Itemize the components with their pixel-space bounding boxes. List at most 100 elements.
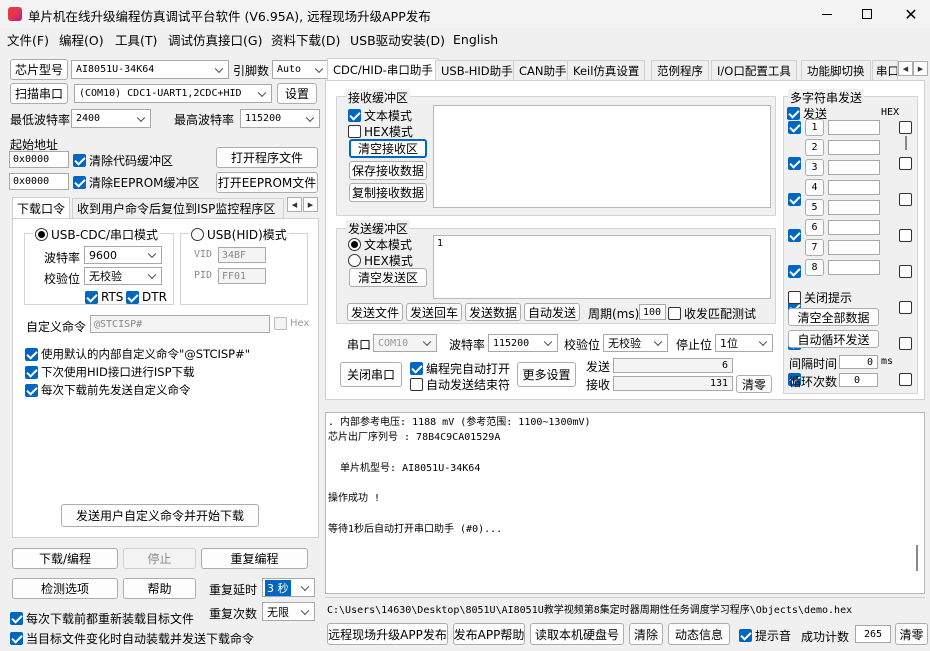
row-send-button[interactable]: 6: [805, 219, 824, 236]
serial-port-select[interactable]: COM10: [373, 334, 437, 352]
row-string-input[interactable]: [828, 220, 880, 235]
min-baud-select[interactable]: 2400: [71, 109, 151, 128]
reload-target-checkbox[interactable]: 每次下载前都重新装载目标文件: [10, 610, 194, 627]
auto-end-char-checkbox[interactable]: 自动发送结束符: [410, 376, 510, 393]
start-address-input-1[interactable]: 0x0000: [9, 151, 69, 168]
hid-mode-radio[interactable]: USB(HID)模式: [189, 226, 289, 243]
row-send-button[interactable]: 4: [805, 179, 824, 196]
row-send-checkbox[interactable]: [788, 193, 801, 206]
baud-select[interactable]: 9600: [84, 246, 162, 264]
auto-send-button[interactable]: 自动发送: [524, 303, 580, 321]
send-command-before-download-checkbox[interactable]: 每次下载前先发送自定义命令: [25, 382, 191, 398]
send-file-button[interactable]: 发送文件: [347, 303, 403, 321]
tab-keil-sim[interactable]: Keil仿真设置: [567, 60, 646, 80]
download-program-button[interactable]: 下载/编程: [12, 548, 118, 569]
tab-prev-icon[interactable]: ◀: [898, 61, 913, 76]
tab-io-config[interactable]: I/O口配置工具: [711, 60, 797, 80]
more-settings-button[interactable]: 更多设置: [517, 362, 576, 387]
loop-count-input[interactable]: 0: [839, 373, 878, 387]
menu-downloads[interactable]: 资料下载(D): [271, 30, 340, 48]
clear-send-button[interactable]: 清空发送区: [349, 268, 427, 287]
settings-button[interactable]: 设置: [277, 83, 317, 104]
open-program-file-button[interactable]: 打开程序文件: [216, 147, 318, 168]
interval-input[interactable]: 0: [839, 355, 878, 369]
copy-receive-button[interactable]: 复制接收数据: [349, 183, 427, 202]
row-hex-checkbox[interactable]: [899, 373, 912, 386]
left-tab-prev-icon[interactable]: ◀: [287, 197, 302, 212]
parity-select[interactable]: 无校验: [84, 267, 162, 285]
left-tab-next-icon[interactable]: ▶: [303, 197, 318, 212]
scan-port-button[interactable]: 扫描串口: [10, 83, 68, 104]
repeat-count-select[interactable]: 无限: [262, 602, 315, 621]
row-send-checkbox[interactable]: [788, 157, 801, 170]
beep-checkbox[interactable]: 提示音: [739, 627, 791, 644]
stop-bits-select[interactable]: 1位: [715, 334, 773, 352]
chip-model-button[interactable]: 芯片型号: [10, 59, 68, 80]
row-send-checkbox[interactable]: [788, 265, 801, 278]
output-log[interactable]: . 内部参考电压: 1188 mV (参考范围: 1100~1300mV) 芯片出…: [325, 412, 925, 594]
tab-pin-switch[interactable]: 功能脚切换: [801, 60, 871, 80]
menu-program[interactable]: 编程(O): [59, 30, 104, 48]
clear-eeprom-buffer-checkbox[interactable]: 清除EEPROM缓冲区: [73, 174, 200, 191]
row-send-button[interactable]: 3: [805, 159, 824, 176]
row-string-input[interactable]: [828, 180, 880, 195]
menu-tools[interactable]: 工具(T): [115, 30, 157, 48]
read-disk-button[interactable]: 读取本机硬盘号: [530, 623, 624, 645]
serial-baud-select[interactable]: 115200: [488, 334, 558, 352]
remote-upgrade-button[interactable]: 远程现场升级APP发布: [327, 623, 448, 645]
tab-cdc-hid-serial[interactable]: CDC/HID-串口助手: [327, 58, 439, 81]
auto-load-send-checkbox[interactable]: 当目标文件变化时自动装载并发送下载命令: [10, 630, 254, 647]
row-send-button[interactable]: 8: [805, 259, 824, 276]
cdc-mode-radio[interactable]: USB-CDC/串口模式: [33, 226, 161, 243]
dtr-checkbox[interactable]: DTR: [126, 290, 167, 304]
recv-text-mode-checkbox[interactable]: 文本模式: [348, 107, 412, 124]
match-test-checkbox[interactable]: 收发匹配测试: [668, 305, 756, 322]
send-return-button[interactable]: 发送回车: [406, 303, 462, 321]
repeat-delay-select[interactable]: 3 秒: [262, 578, 315, 597]
clear-log-button[interactable]: 清除: [629, 623, 663, 645]
row-string-input[interactable]: [828, 120, 880, 135]
help-button[interactable]: 帮助: [123, 578, 196, 599]
max-baud-select[interactable]: 115200: [240, 109, 320, 128]
row-send-checkbox[interactable]: [788, 121, 801, 134]
use-default-command-checkbox[interactable]: 使用默认的内部自定义命令"@STCISP#": [25, 346, 250, 362]
row-string-input[interactable]: [828, 140, 880, 155]
chip-model-select[interactable]: AI8051U-34K64: [71, 60, 229, 79]
tab-usb-hid[interactable]: USB-HID助手: [435, 60, 519, 80]
multi-scrollbar[interactable]: [902, 120, 910, 280]
custom-command-input[interactable]: @STCISP#: [90, 315, 270, 333]
row-string-input[interactable]: [828, 240, 880, 255]
row-send-button[interactable]: 5: [805, 199, 824, 216]
tab-next-icon[interactable]: ▶: [913, 61, 928, 76]
close-icon[interactable]: ✕: [896, 4, 926, 24]
repeat-program-button[interactable]: 重复编程: [201, 548, 308, 569]
row-string-input[interactable]: [828, 260, 880, 275]
recv-hex-mode-checkbox[interactable]: HEX模式: [348, 123, 413, 140]
menu-debug[interactable]: 调试仿真接口(G): [168, 30, 262, 48]
row-send-button[interactable]: 7: [805, 239, 824, 256]
close-tip-checkbox[interactable]: 关闭提示: [788, 289, 852, 306]
send-text-mode-radio[interactable]: 文本模式: [348, 236, 412, 253]
save-receive-button[interactable]: 保存接收数据: [349, 161, 427, 180]
row-send-button[interactable]: 1: [805, 119, 824, 136]
close-port-button[interactable]: 关闭串口: [340, 362, 402, 387]
pins-select[interactable]: Auto: [272, 60, 329, 79]
left-tab-reset-isp[interactable]: 收到用户命令后复位到ISP监控程序区: [72, 198, 284, 218]
receive-textarea[interactable]: [433, 105, 771, 208]
port-select[interactable]: (COM10) CDC1-UART1,2CDC+HID: [74, 84, 272, 103]
row-send-checkbox[interactable]: [788, 229, 801, 242]
menu-file[interactable]: 文件(F): [7, 30, 49, 48]
auto-open-checkbox[interactable]: 编程完自动打开: [410, 360, 510, 377]
left-tab-download-password[interactable]: 下载口令: [12, 197, 70, 219]
send-hex-mode-radio[interactable]: HEX模式: [348, 252, 413, 269]
open-eeprom-file-button[interactable]: 打开EEPROM文件: [216, 172, 318, 193]
menu-english[interactable]: English: [453, 30, 498, 48]
send-data-button[interactable]: 发送数据: [465, 303, 521, 321]
row-string-input[interactable]: [828, 200, 880, 215]
tab-serial[interactable]: 串口: [872, 60, 898, 80]
minimize-icon[interactable]: [812, 6, 842, 22]
tab-examples[interactable]: 范例程序: [651, 60, 709, 80]
clear-code-buffer-checkbox[interactable]: 清除代码缓冲区: [73, 152, 173, 169]
check-options-button[interactable]: 检测选项: [12, 578, 118, 599]
period-input[interactable]: 100: [639, 304, 666, 320]
